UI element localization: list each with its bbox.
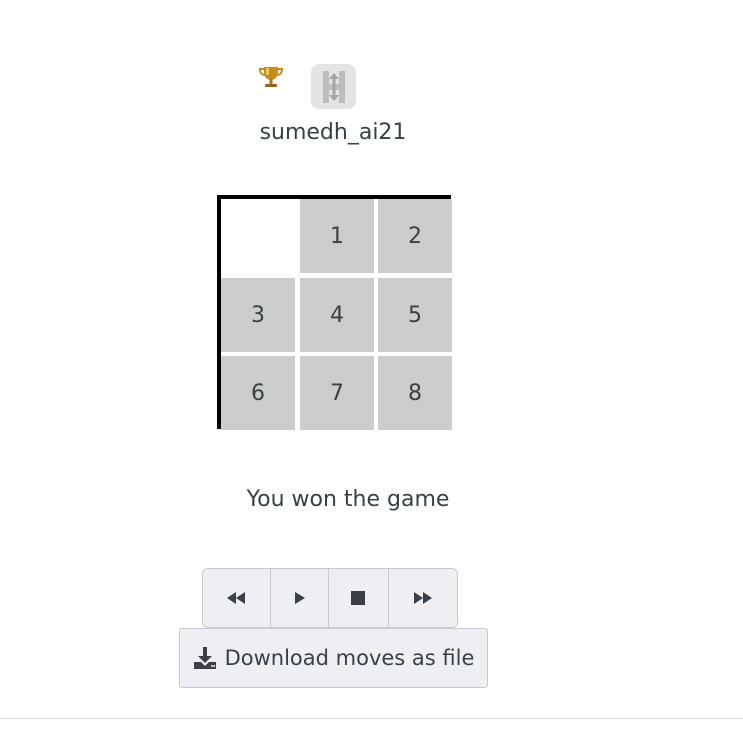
tile-7[interactable]: 7 [300,356,374,430]
tile-4[interactable]: 4 [300,278,374,352]
download-icon [193,647,216,669]
tile-5[interactable]: 5 [378,278,452,352]
puzzle-board: 1 2 3 4 5 6 7 8 [217,195,453,431]
tile-3[interactable]: 3 [221,278,295,352]
download-label: Download moves as file [224,646,475,670]
tile-2[interactable]: 2 [378,199,452,273]
trophy-icon [257,63,285,91]
play-icon [295,592,306,604]
fast-forward-icon [414,592,433,604]
empty-tile[interactable] [221,199,295,273]
download-moves-button[interactable]: Download moves as file [179,628,488,688]
rewind-icon [227,592,246,604]
rewind-button[interactable] [203,569,271,627]
stop-button[interactable] [329,569,390,627]
fast-forward-button[interactable] [389,569,457,627]
play-button[interactable] [271,569,329,627]
tile-1[interactable]: 1 [300,199,374,273]
h-arrows-logo-icon [311,64,356,109]
playback-controls [202,568,458,628]
tile-8[interactable]: 8 [378,356,452,430]
player-username: sumedh_ai21 [259,120,407,145]
game-status-message: You won the game [246,487,450,512]
footer-divider [0,718,743,719]
tile-6[interactable]: 6 [221,356,295,430]
stop-icon [351,591,366,605]
